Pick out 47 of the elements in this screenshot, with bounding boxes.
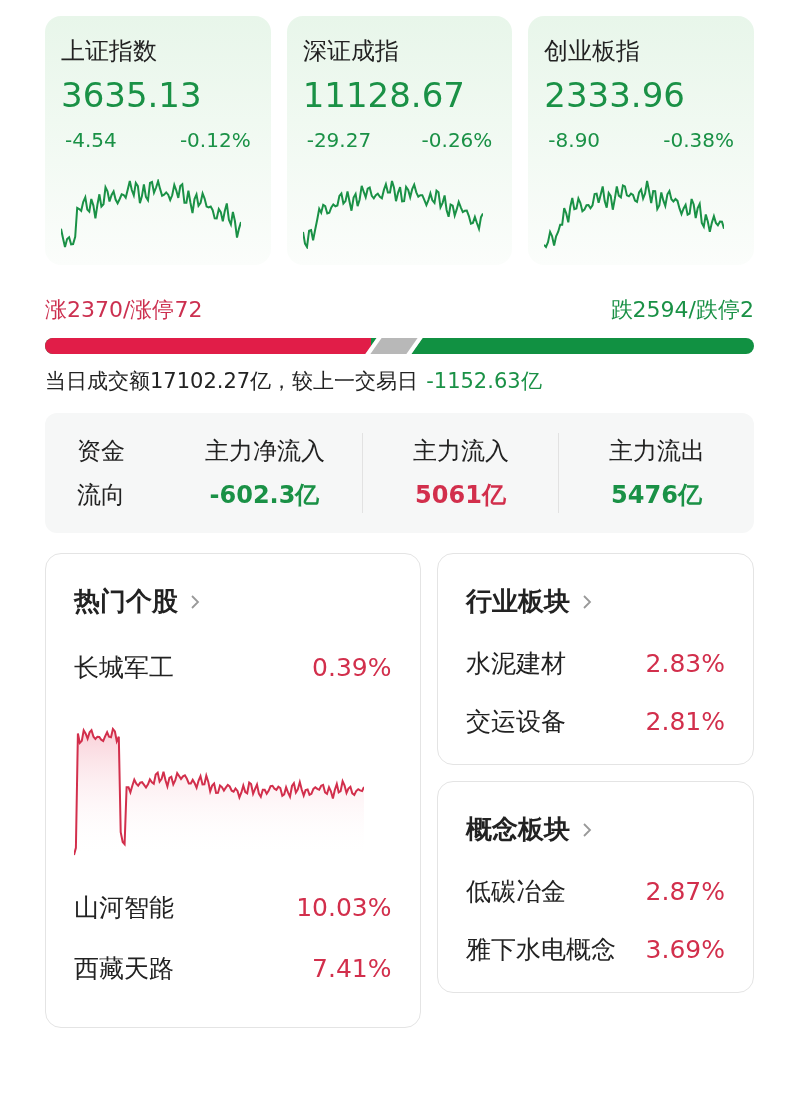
- stock-name[interactable]: 水泥建材: [465, 645, 566, 683]
- card-title[interactable]: 概念板块: [465, 810, 570, 849]
- stock-percent: 3.69%: [645, 933, 725, 966]
- flow-label: 主力净流入: [204, 436, 325, 467]
- turnover-delta: -1152.63亿: [426, 367, 542, 395]
- index-card[interactable]: 深证成指 11128.67 -29.27 -0.26%: [286, 16, 513, 265]
- index-change: -29.27: [306, 126, 372, 154]
- advancers-label: 涨2370/涨停72: [45, 295, 203, 324]
- stock-name[interactable]: 交运设备: [465, 702, 566, 740]
- index-name: 上证指数: [61, 36, 158, 66]
- stock-percent: 10.03%: [296, 891, 392, 924]
- stock-name[interactable]: 低碳冶金: [465, 873, 566, 911]
- flow-label: 主力流出: [608, 436, 705, 467]
- stock-name[interactable]: 长城军工: [74, 649, 174, 687]
- index-change: -8.90: [548, 126, 601, 154]
- flow-value: 5061亿: [415, 480, 506, 511]
- fund-flow-title: 流向: [77, 480, 126, 511]
- stock-percent: 2.87%: [645, 876, 725, 908]
- index-value: 3635.13: [61, 74, 203, 117]
- turnover-text: 当日成交额17102.27亿，较上一交易日: [45, 367, 419, 395]
- stock-name[interactable]: 西藏天路: [74, 950, 174, 988]
- index-value: 2333.96: [544, 74, 686, 117]
- index-percent: -0.26%: [421, 126, 493, 154]
- card-title[interactable]: 热门个股: [74, 582, 178, 621]
- chevron-right-icon: [581, 821, 592, 838]
- stock-percent: 2.83%: [645, 648, 725, 680]
- flow-value: -602.3亿: [209, 480, 320, 511]
- card-title[interactable]: 行业板块: [465, 582, 570, 621]
- index-name: 深证成指: [302, 36, 400, 66]
- index-change: -4.54: [65, 126, 117, 154]
- index-value: 11128.67: [302, 74, 466, 117]
- chevron-right-icon: [581, 593, 592, 610]
- fund-flow-title: 资金: [77, 436, 126, 467]
- flow-label: 主力流入: [412, 436, 509, 467]
- stock-name[interactable]: 山河智能: [74, 888, 174, 926]
- flow-value: 5476亿: [611, 480, 702, 511]
- chevron-right-icon: [190, 593, 200, 610]
- index-card[interactable]: 创业板指 2333.96 -8.90 -0.38%: [528, 16, 754, 265]
- stock-percent: 2.81%: [645, 705, 725, 738]
- index-name: 创业板指: [544, 36, 642, 66]
- index-percent: -0.12%: [179, 126, 251, 154]
- index-percent: -0.38%: [663, 126, 734, 154]
- decliners-label: 跌2594/跌停2: [610, 295, 754, 324]
- stock-percent: 0.39%: [312, 652, 392, 684]
- stock-percent: 7.41%: [312, 953, 392, 985]
- stock-name[interactable]: 雅下水电概念: [465, 930, 616, 968]
- index-card[interactable]: 上证指数 3635.13 -4.54 -0.12%: [45, 16, 271, 265]
